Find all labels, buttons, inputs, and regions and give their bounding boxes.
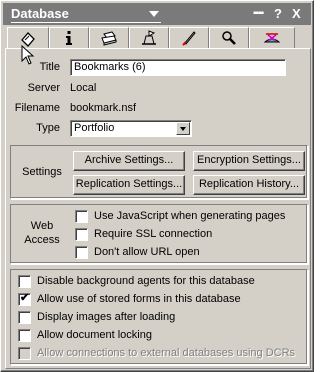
checkmark-icon: ✔ bbox=[20, 291, 30, 304]
tab-info[interactable] bbox=[49, 27, 89, 49]
type-label: Type bbox=[36, 122, 60, 134]
settings-group: Settings Archive Settings... Encryption … bbox=[10, 145, 308, 199]
properties-tab-strip bbox=[5, 27, 311, 50]
title-underline bbox=[11, 22, 161, 23]
encryption-settings-button[interactable]: Encryption Settings... bbox=[193, 151, 305, 171]
document-locking-option[interactable]: Allow document locking bbox=[18, 327, 152, 343]
replication-history-button[interactable]: Replication History... bbox=[193, 175, 305, 195]
tab-design[interactable] bbox=[129, 27, 169, 49]
dcr-connections-checkbox bbox=[18, 346, 31, 360]
title-bar[interactable]: Database ▪▪▪▪ ? X bbox=[3, 3, 311, 25]
basics-panel: Title Bookmarks (6) Server Local Filenam… bbox=[5, 48, 311, 369]
replication-settings-button[interactable]: Replication Settings... bbox=[73, 175, 185, 195]
close-button[interactable]: X bbox=[292, 6, 301, 21]
javascript-option-label: Use JavaScript when generating pages bbox=[94, 210, 286, 222]
help-button[interactable]: ? bbox=[274, 6, 282, 21]
hat-icon bbox=[263, 33, 281, 43]
tab-launch[interactable] bbox=[169, 27, 209, 49]
window-title: Database bbox=[11, 6, 69, 21]
title-input[interactable]: Bookmarks (6) bbox=[70, 59, 286, 76]
dcr-connections-option: Allow connections to external databases … bbox=[18, 345, 295, 361]
display-images-checkbox[interactable] bbox=[18, 310, 31, 324]
disable-agents-label: Disable background agents for this datab… bbox=[37, 275, 255, 287]
url-open-checkbox[interactable] bbox=[75, 245, 88, 259]
database-options-group: Disable background agents for this datab… bbox=[10, 269, 308, 365]
javascript-option[interactable]: Use JavaScript when generating pages bbox=[75, 208, 285, 224]
tab-print[interactable] bbox=[89, 27, 129, 49]
stored-forms-checkbox[interactable]: ✔ bbox=[18, 291, 31, 306]
ssl-checkbox[interactable] bbox=[75, 227, 88, 241]
javascript-checkbox[interactable] bbox=[75, 209, 88, 223]
tab-advanced[interactable] bbox=[249, 27, 295, 49]
grip-dots-icon[interactable]: ▪▪▪▪ bbox=[253, 8, 264, 19]
server-label: Server bbox=[27, 82, 60, 94]
ssl-option[interactable]: Require SSL connection bbox=[75, 226, 212, 242]
database-properties-window: Database ▪▪▪▪ ? X Title Bookmarks (6) Se… bbox=[0, 0, 314, 372]
disable-agents-checkbox[interactable] bbox=[18, 274, 31, 288]
mouse-cursor-icon bbox=[21, 45, 35, 65]
web-access-group: Web Access Use JavaScript when generatin… bbox=[10, 204, 308, 264]
dcr-connections-label: Allow connections to external databases … bbox=[37, 347, 296, 359]
printer-icon bbox=[101, 31, 117, 46]
rocket-icon bbox=[182, 31, 196, 46]
filename-label: Filename bbox=[14, 102, 60, 114]
display-images-label: Display images after loading bbox=[37, 311, 176, 323]
server-value: Local bbox=[70, 82, 97, 94]
title-dropdown-icon[interactable] bbox=[149, 11, 159, 17]
title-label: Title bbox=[39, 61, 60, 73]
type-select-value: Portfolio bbox=[74, 122, 115, 134]
design-icon bbox=[142, 30, 156, 45]
stored-forms-label: Allow use of stored forms in this databa… bbox=[37, 293, 241, 305]
type-select[interactable]: Portfolio bbox=[70, 120, 192, 137]
stored-forms-option[interactable]: ✔ Allow use of stored forms in this data… bbox=[18, 291, 241, 307]
web-access-label-line1: Web bbox=[30, 220, 54, 232]
search-icon bbox=[222, 31, 236, 45]
web-access-label-line2: Access bbox=[24, 234, 60, 246]
filename-value: bookmark.nsf bbox=[70, 102, 137, 114]
url-open-option[interactable]: Don't allow URL open bbox=[75, 244, 200, 260]
disable-agents-option[interactable]: Disable background agents for this datab… bbox=[18, 273, 255, 289]
settings-label: Settings bbox=[22, 166, 62, 178]
document-locking-checkbox[interactable] bbox=[18, 328, 31, 342]
url-open-option-label: Don't allow URL open bbox=[94, 246, 200, 258]
tab-full-text[interactable] bbox=[209, 27, 249, 49]
display-images-option[interactable]: Display images after loading bbox=[18, 309, 175, 325]
document-locking-label: Allow document locking bbox=[37, 329, 152, 341]
chevron-down-icon[interactable] bbox=[176, 122, 190, 135]
info-icon bbox=[66, 31, 72, 45]
archive-settings-button[interactable]: Archive Settings... bbox=[73, 151, 185, 171]
ssl-option-label: Require SSL connection bbox=[94, 228, 213, 240]
